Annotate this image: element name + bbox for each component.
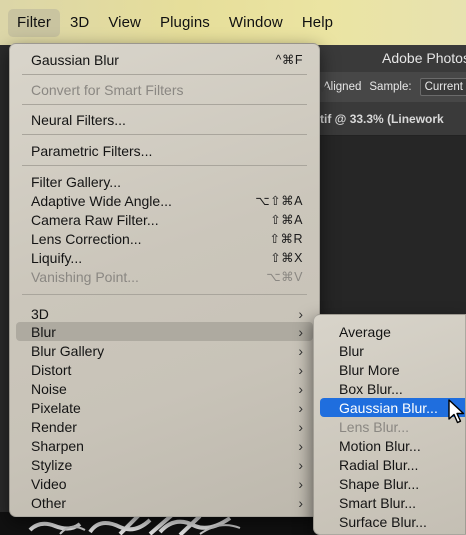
chevron-right-icon: › bbox=[298, 399, 303, 416]
menu-item-blur-gallery[interactable]: Blur Gallery › bbox=[16, 341, 313, 360]
menubar-plugins[interactable]: Plugins bbox=[151, 9, 219, 37]
submenu-item-smart-blur[interactable]: Smart Blur... bbox=[320, 493, 465, 512]
menu-item-lens-correction[interactable]: Lens Correction... ⇧⌘R bbox=[16, 229, 313, 248]
menubar-view[interactable]: View bbox=[99, 9, 150, 37]
menu-item-pixelate[interactable]: Pixelate › bbox=[16, 398, 313, 417]
menubar-window[interactable]: Window bbox=[220, 9, 292, 37]
submenu-item-average[interactable]: Average bbox=[320, 322, 465, 341]
menu-separator bbox=[22, 165, 307, 166]
menu-item-video[interactable]: Video › bbox=[16, 474, 313, 493]
chevron-right-icon: › bbox=[298, 494, 303, 511]
options-bar: Aligned Sample: Current bbox=[300, 72, 466, 102]
submenu-item-motion-blur[interactable]: Motion Blur... bbox=[320, 436, 465, 455]
menu-item-label: Other bbox=[31, 494, 67, 511]
submenu-item-gaussian-blur[interactable]: Gaussian Blur... bbox=[320, 398, 465, 417]
menu-item-label: Noise bbox=[31, 380, 67, 397]
document-tab[interactable]: 0.tif @ 33.3% (Linework bbox=[300, 102, 466, 136]
menu-item-shortcut: ⇧⌘X bbox=[270, 251, 303, 265]
sample-label: Sample: bbox=[369, 81, 412, 93]
menu-bar: Filter 3D View Plugins Window Help bbox=[0, 0, 466, 45]
chevron-right-icon: › bbox=[298, 456, 303, 473]
chevron-right-icon: › bbox=[298, 305, 303, 322]
menu-item-camera-raw-filter[interactable]: Camera Raw Filter... ⇧⌘A bbox=[16, 210, 313, 229]
menu-item-label: Blur Gallery bbox=[31, 342, 105, 359]
menu-item-shortcut: ⌥⇧⌘A bbox=[255, 194, 303, 208]
menu-separator bbox=[22, 294, 307, 295]
menu-item-label: Filter Gallery... bbox=[31, 173, 121, 190]
sample-select[interactable]: Current bbox=[419, 78, 466, 96]
submenu-item-blur[interactable]: Blur bbox=[320, 341, 465, 360]
mouse-pointer-icon bbox=[448, 399, 465, 424]
submenu-item-surface-blur[interactable]: Surface Blur... bbox=[320, 512, 465, 531]
menu-item-label: Distort bbox=[31, 361, 72, 378]
aligned-label: Aligned bbox=[323, 81, 362, 93]
menu-item-label: Vanishing Point... bbox=[31, 268, 139, 285]
filter-menu: Gaussian Blur ^⌘F Convert for Smart Filt… bbox=[9, 43, 320, 517]
submenu-item-box-blur[interactable]: Box Blur... bbox=[320, 379, 465, 398]
menubar-filter[interactable]: Filter bbox=[8, 8, 60, 37]
chevron-right-icon: › bbox=[298, 323, 303, 340]
chevron-right-icon: › bbox=[298, 342, 303, 359]
menu-item-label: Video bbox=[31, 475, 67, 492]
menu-item-distort[interactable]: Distort › bbox=[16, 360, 313, 379]
menu-item-noise[interactable]: Noise › bbox=[16, 379, 313, 398]
menu-separator bbox=[22, 74, 307, 75]
chevron-right-icon: › bbox=[298, 475, 303, 492]
menu-item-adaptive-wide-angle[interactable]: Adaptive Wide Angle... ⌥⇧⌘A bbox=[16, 191, 313, 210]
menu-separator bbox=[22, 134, 307, 135]
menu-item-convert-smart-filters: Convert for Smart Filters bbox=[16, 80, 313, 99]
menu-item-label: Liquify... bbox=[31, 249, 83, 266]
menu-item-label: Render bbox=[31, 418, 77, 435]
menu-item-stylize[interactable]: Stylize › bbox=[16, 455, 313, 474]
menu-item-shortcut: ^⌘F bbox=[275, 53, 303, 67]
menu-item-label: Lens Correction... bbox=[31, 230, 142, 247]
submenu-item-lens-blur: Lens Blur... bbox=[339, 418, 410, 435]
menu-item-label: Neural Filters... bbox=[31, 111, 126, 128]
menu-item-3d[interactable]: 3D › bbox=[16, 304, 313, 323]
submenu-item-shape-blur[interactable]: Shape Blur... bbox=[320, 474, 465, 493]
menu-item-label: 3D bbox=[31, 305, 49, 322]
menu-item-label: Adaptive Wide Angle... bbox=[31, 192, 172, 209]
menu-item-render[interactable]: Render › bbox=[16, 417, 313, 436]
menubar-help[interactable]: Help bbox=[293, 9, 342, 37]
submenu-item-blur-more[interactable]: Blur More bbox=[320, 360, 465, 379]
menu-separator bbox=[22, 104, 307, 105]
menubar-3d[interactable]: 3D bbox=[61, 9, 98, 37]
menu-item-sharpen[interactable]: Sharpen › bbox=[16, 436, 313, 455]
menu-item-label: Sharpen bbox=[31, 437, 84, 454]
menu-item-label: Gaussian Blur bbox=[31, 51, 119, 68]
menu-item-label: Parametric Filters... bbox=[31, 142, 153, 159]
chevron-right-icon: › bbox=[298, 437, 303, 454]
app-title: Adobe Photoshop bbox=[300, 45, 466, 72]
menu-item-neural-filters[interactable]: Neural Filters... bbox=[16, 110, 313, 129]
menu-item-gaussian-blur-last[interactable]: Gaussian Blur ^⌘F bbox=[16, 50, 313, 69]
menu-item-label: Blur bbox=[31, 323, 56, 340]
blur-submenu: Average Blur Blur More Box Blur... Gauss… bbox=[313, 314, 466, 535]
menu-item-shortcut: ⇧⌘A bbox=[270, 213, 303, 227]
menu-item-vanishing-point: Vanishing Point... ⌥⌘V bbox=[16, 267, 313, 286]
menu-item-shortcut: ⇧⌘R bbox=[269, 232, 303, 246]
menu-item-parametric-filters[interactable]: Parametric Filters... bbox=[16, 141, 313, 160]
chevron-right-icon: › bbox=[298, 361, 303, 378]
menu-item-other[interactable]: Other › bbox=[16, 493, 313, 512]
menu-item-blur[interactable]: Blur › bbox=[16, 322, 313, 341]
menu-item-label: Convert for Smart Filters bbox=[31, 81, 184, 98]
chevron-right-icon: › bbox=[298, 380, 303, 397]
chevron-right-icon: › bbox=[298, 418, 303, 435]
submenu-item-radial-blur[interactable]: Radial Blur... bbox=[320, 455, 465, 474]
menu-item-label: Camera Raw Filter... bbox=[31, 211, 159, 228]
menu-item-label: Pixelate bbox=[31, 399, 81, 416]
menu-item-shortcut: ⌥⌘V bbox=[266, 270, 303, 284]
menu-item-label: Stylize bbox=[31, 456, 73, 473]
menu-item-filter-gallery[interactable]: Filter Gallery... bbox=[16, 172, 313, 191]
menu-item-liquify[interactable]: Liquify... ⇧⌘X bbox=[16, 248, 313, 267]
